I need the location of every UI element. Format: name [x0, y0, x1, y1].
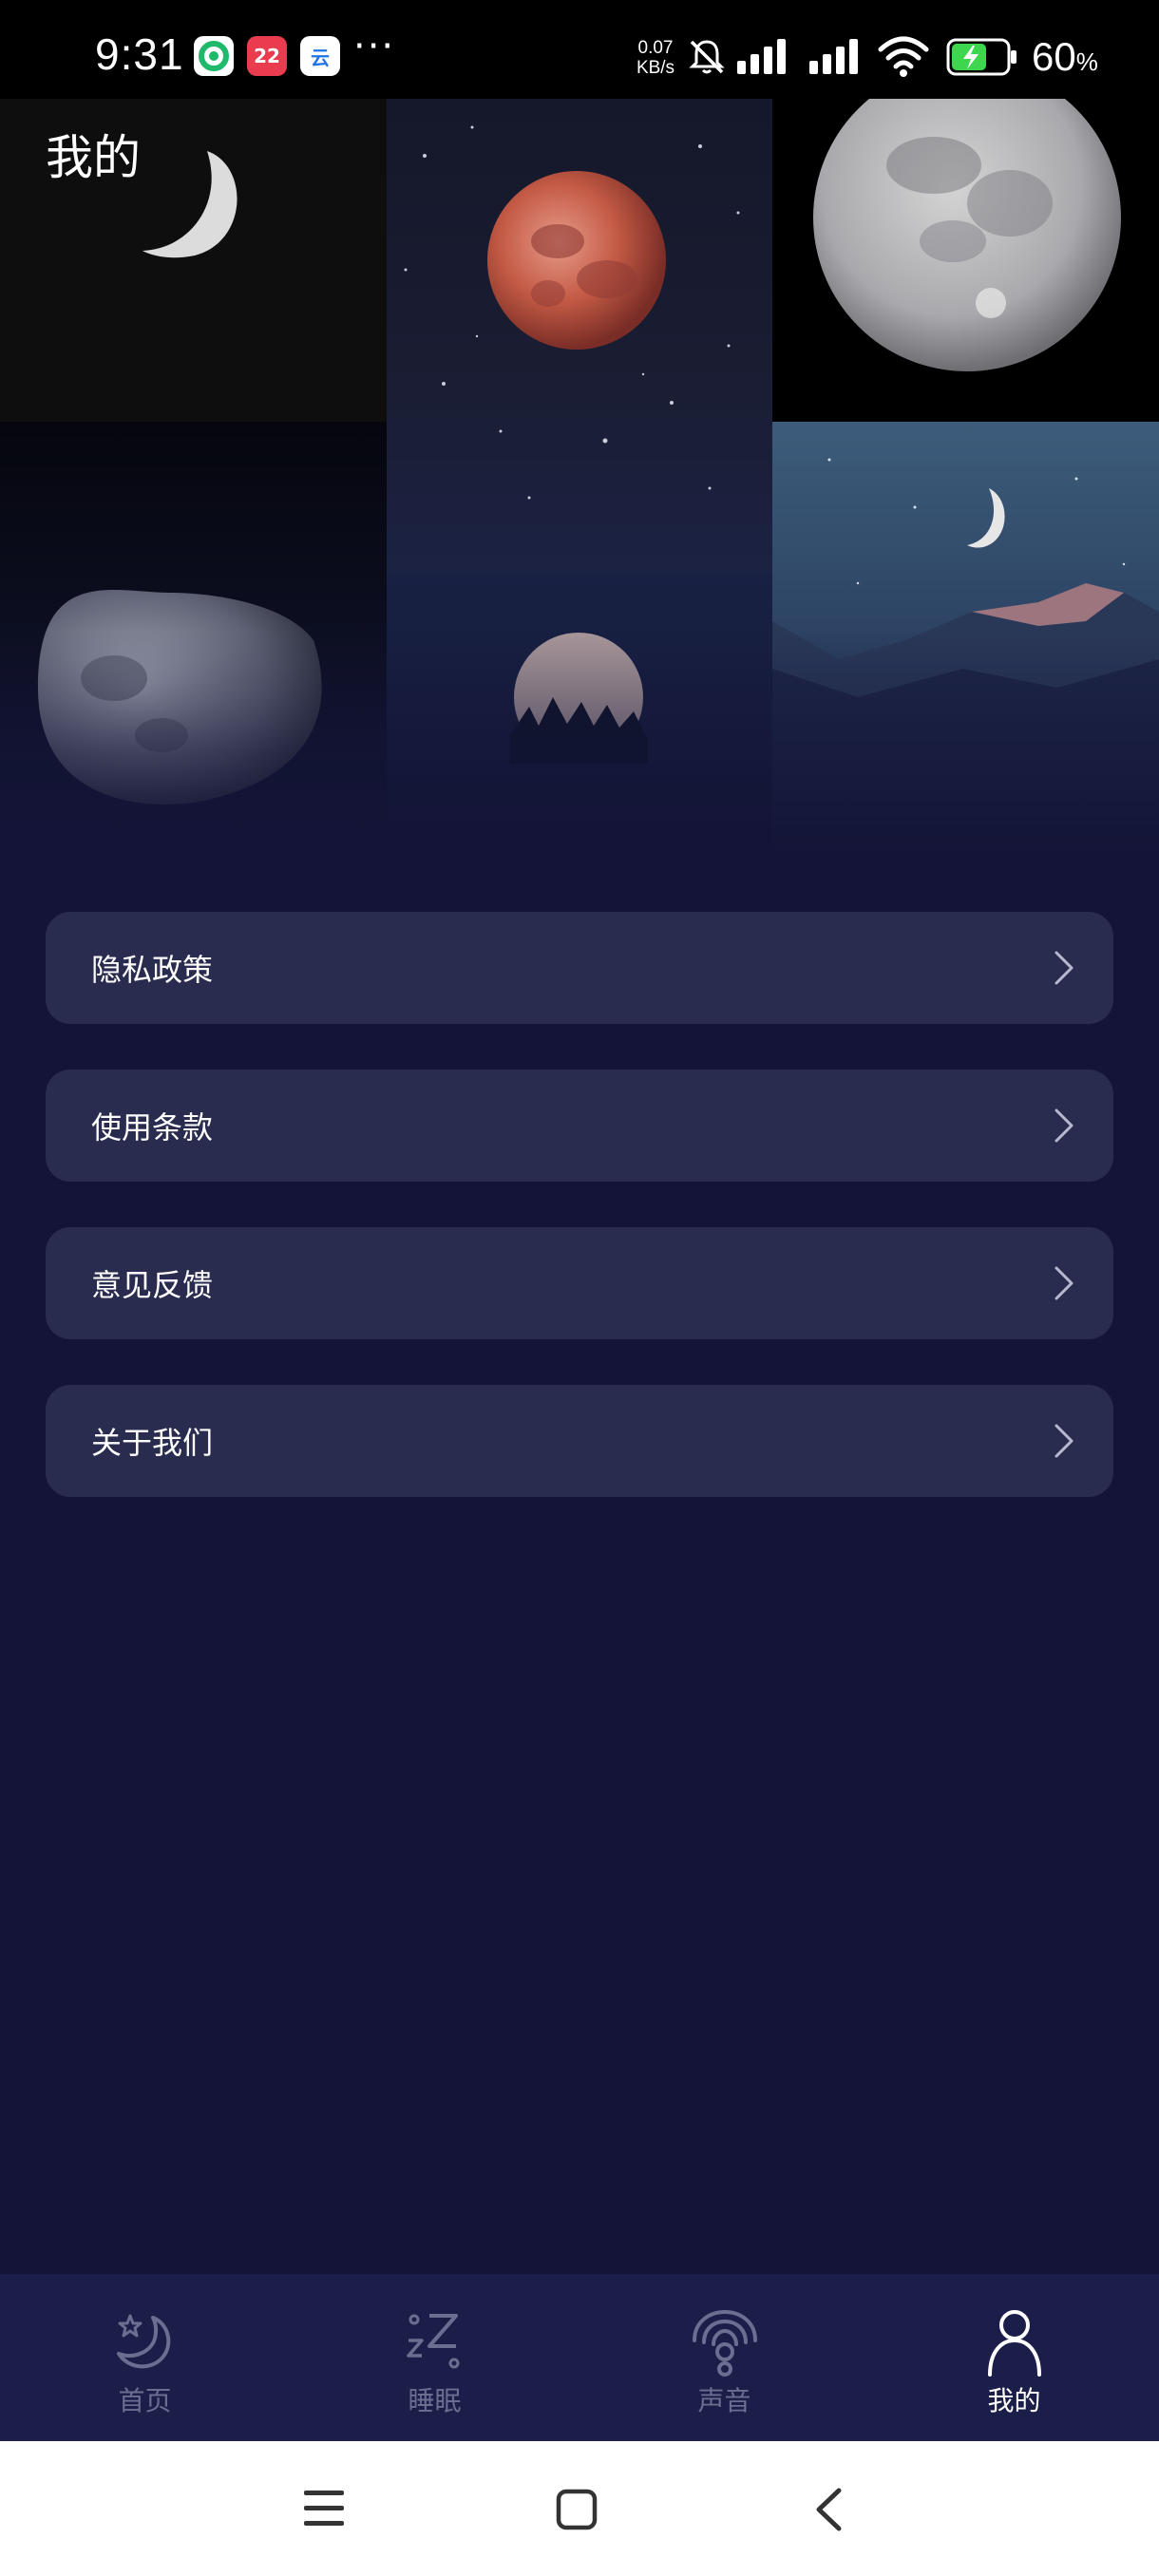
status-time: 9:31	[95, 29, 184, 79]
header-image-collage: 我的	[0, 99, 1159, 859]
cloud-app-icon: 云	[300, 36, 340, 76]
battery-icon	[946, 38, 1016, 76]
tab-label: 声音	[697, 2385, 751, 2416]
swirl-app-icon	[194, 36, 234, 76]
blood-moon-image	[387, 99, 772, 574]
tab-label: 我的	[987, 2385, 1041, 2416]
menu-item-label: 关于我们	[91, 1425, 214, 1461]
tab-label: 首页	[118, 2385, 172, 2416]
menu-icon[interactable]	[302, 2489, 346, 2529]
net-speed-value: 0.07	[637, 38, 674, 58]
menu-item-terms-of-use[interactable]: 使用条款	[46, 1070, 1113, 1182]
bell-mute-icon	[689, 40, 725, 74]
back-icon[interactable]	[813, 2487, 844, 2532]
calendar-app-icon: 22	[247, 36, 287, 76]
bottom-tab-bar: 首页 睡眠 声音 我的	[0, 2274, 1159, 2441]
menu-item-feedback[interactable]: 意见反馈	[46, 1227, 1113, 1339]
menu-item-label: 意见反馈	[91, 1267, 214, 1303]
status-bar: 9:31 22 云 ··· 0.07 KB/s 60%	[0, 0, 1159, 99]
chevron-right-icon	[1054, 1266, 1074, 1300]
home-icon[interactable]	[556, 2489, 598, 2530]
full-moon-image	[772, 99, 1159, 422]
settings-menu: 隐私政策 使用条款 意见反馈 关于我们	[46, 912, 1113, 1543]
hero-gradient-fade	[0, 631, 1159, 859]
chevron-right-icon	[1054, 951, 1074, 985]
menu-item-about-us[interactable]: 关于我们	[46, 1385, 1113, 1497]
tab-sound[interactable]: 声音	[580, 2274, 869, 2441]
moon-star-icon	[117, 2314, 171, 2369]
tab-sleep[interactable]: 睡眠	[290, 2274, 580, 2441]
menu-item-label: 使用条款	[91, 1109, 214, 1146]
signal-icon	[809, 39, 858, 74]
chevron-right-icon	[1054, 1424, 1074, 1458]
person-icon	[988, 2310, 1041, 2377]
more-notifications-icon: ···	[353, 25, 396, 68]
zzz-icon	[407, 2314, 460, 2369]
system-navigation-bar	[0, 2441, 1159, 2576]
menu-item-privacy-policy[interactable]: 隐私政策	[46, 912, 1113, 1024]
signal-icon	[737, 39, 786, 74]
tab-mine[interactable]: 我的	[869, 2274, 1159, 2441]
network-speed: 0.07 KB/s	[631, 38, 680, 78]
menu-item-label: 隐私政策	[91, 952, 214, 988]
tab-label: 睡眠	[408, 2385, 462, 2416]
page-title: 我的	[46, 130, 141, 185]
net-speed-unit: KB/s	[636, 58, 675, 78]
sound-wave-icon	[693, 2309, 757, 2377]
tab-home[interactable]: 首页	[0, 2274, 290, 2441]
battery-percent: 60%	[1032, 34, 1098, 79]
wifi-icon	[878, 36, 929, 77]
chevron-right-icon	[1054, 1108, 1074, 1143]
